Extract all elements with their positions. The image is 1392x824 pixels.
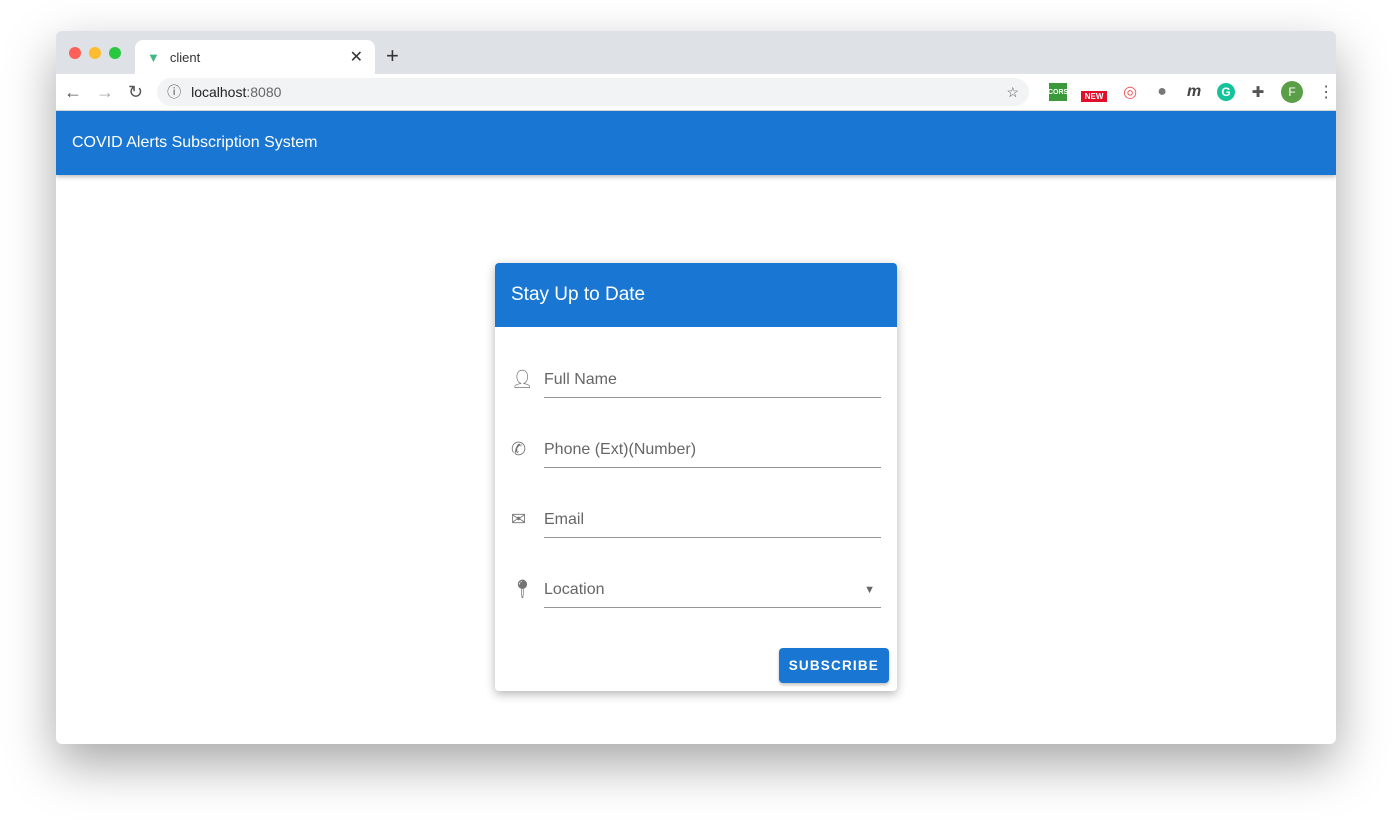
tomato-icon[interactable]: ●: [1153, 83, 1171, 101]
browser-window: ▼ client ✕ + ← → ↻ ⓘ localhost:8080 ☆ CO…: [56, 31, 1336, 744]
email-field[interactable]: ✉ Email: [511, 498, 881, 538]
minimize-window-button[interactable]: [89, 47, 101, 59]
swirl-icon[interactable]: ◎: [1121, 83, 1139, 101]
location-icon: 📍︎: [511, 579, 534, 599]
full-name-label: Full Name: [544, 370, 617, 388]
close-window-button[interactable]: [69, 47, 81, 59]
full-name-field[interactable]: 👤︎ Full Name: [511, 358, 881, 398]
menu-icon[interactable]: ⋮: [1317, 83, 1335, 101]
location-select[interactable]: 📍︎ Location ▼: [511, 568, 881, 608]
new-badge-icon[interactable]: NEW: [1081, 90, 1108, 102]
info-icon: ⓘ: [167, 84, 182, 100]
card-title: Stay Up to Date: [511, 284, 646, 305]
phone-label: Phone (Ext)(Number): [544, 440, 697, 458]
vue-logo-icon: ▼: [147, 49, 160, 65]
tab-title: client: [169, 49, 201, 65]
card-header: Stay Up to Date: [495, 263, 897, 327]
location-label: Location: [544, 580, 605, 598]
phone-field[interactable]: ✆ Phone (Ext)(Number): [511, 428, 881, 468]
subscribe-button[interactable]: SUBSCRIBE: [778, 648, 889, 683]
new-tab-button[interactable]: +: [386, 43, 399, 69]
browser-tab[interactable]: ▼ client ✕: [135, 40, 375, 74]
url-text: localhost:8080: [191, 84, 282, 100]
app-bar: COVID Alerts Subscription System: [56, 111, 1336, 175]
dropdown-arrow-icon[interactable]: ▼: [864, 584, 875, 596]
subscribe-card: Stay Up to Date 👤︎ Full Name ✆ Phone (Ext)…: [495, 263, 897, 691]
close-tab-icon[interactable]: ✕: [350, 47, 363, 67]
puzzle-icon[interactable]: ✚: [1249, 83, 1267, 101]
back-icon[interactable]: ←: [64, 82, 82, 103]
m-icon[interactable]: m: [1185, 83, 1203, 101]
app-title: COVID Alerts Subscription System: [72, 134, 318, 151]
email-label: Email: [544, 510, 585, 528]
grammarly-icon[interactable]: G: [1217, 83, 1236, 101]
cors-icon[interactable]: CORS: [1048, 83, 1068, 101]
bookmark-star-icon[interactable]: ☆: [1007, 84, 1020, 101]
extensions: CORS NEW ◎ ● m G ✚ F ⋮: [1048, 81, 1335, 103]
profile-avatar[interactable]: F: [1281, 81, 1304, 103]
reload-icon[interactable]: ↻: [128, 82, 143, 103]
address-bar-row: ← → ↻ ⓘ localhost:8080 ☆ CORS NEW ◎ ● m …: [56, 74, 1336, 111]
person-icon: 👤︎: [511, 369, 534, 389]
tab-bar: ▼ client ✕ +: [56, 31, 1336, 74]
maximize-window-button[interactable]: [109, 47, 121, 59]
url-input[interactable]: ⓘ localhost:8080 ☆: [157, 78, 1030, 106]
email-icon: ✉: [511, 509, 527, 529]
phone-icon: ✆: [511, 439, 527, 459]
forward-icon[interactable]: →: [96, 82, 114, 103]
